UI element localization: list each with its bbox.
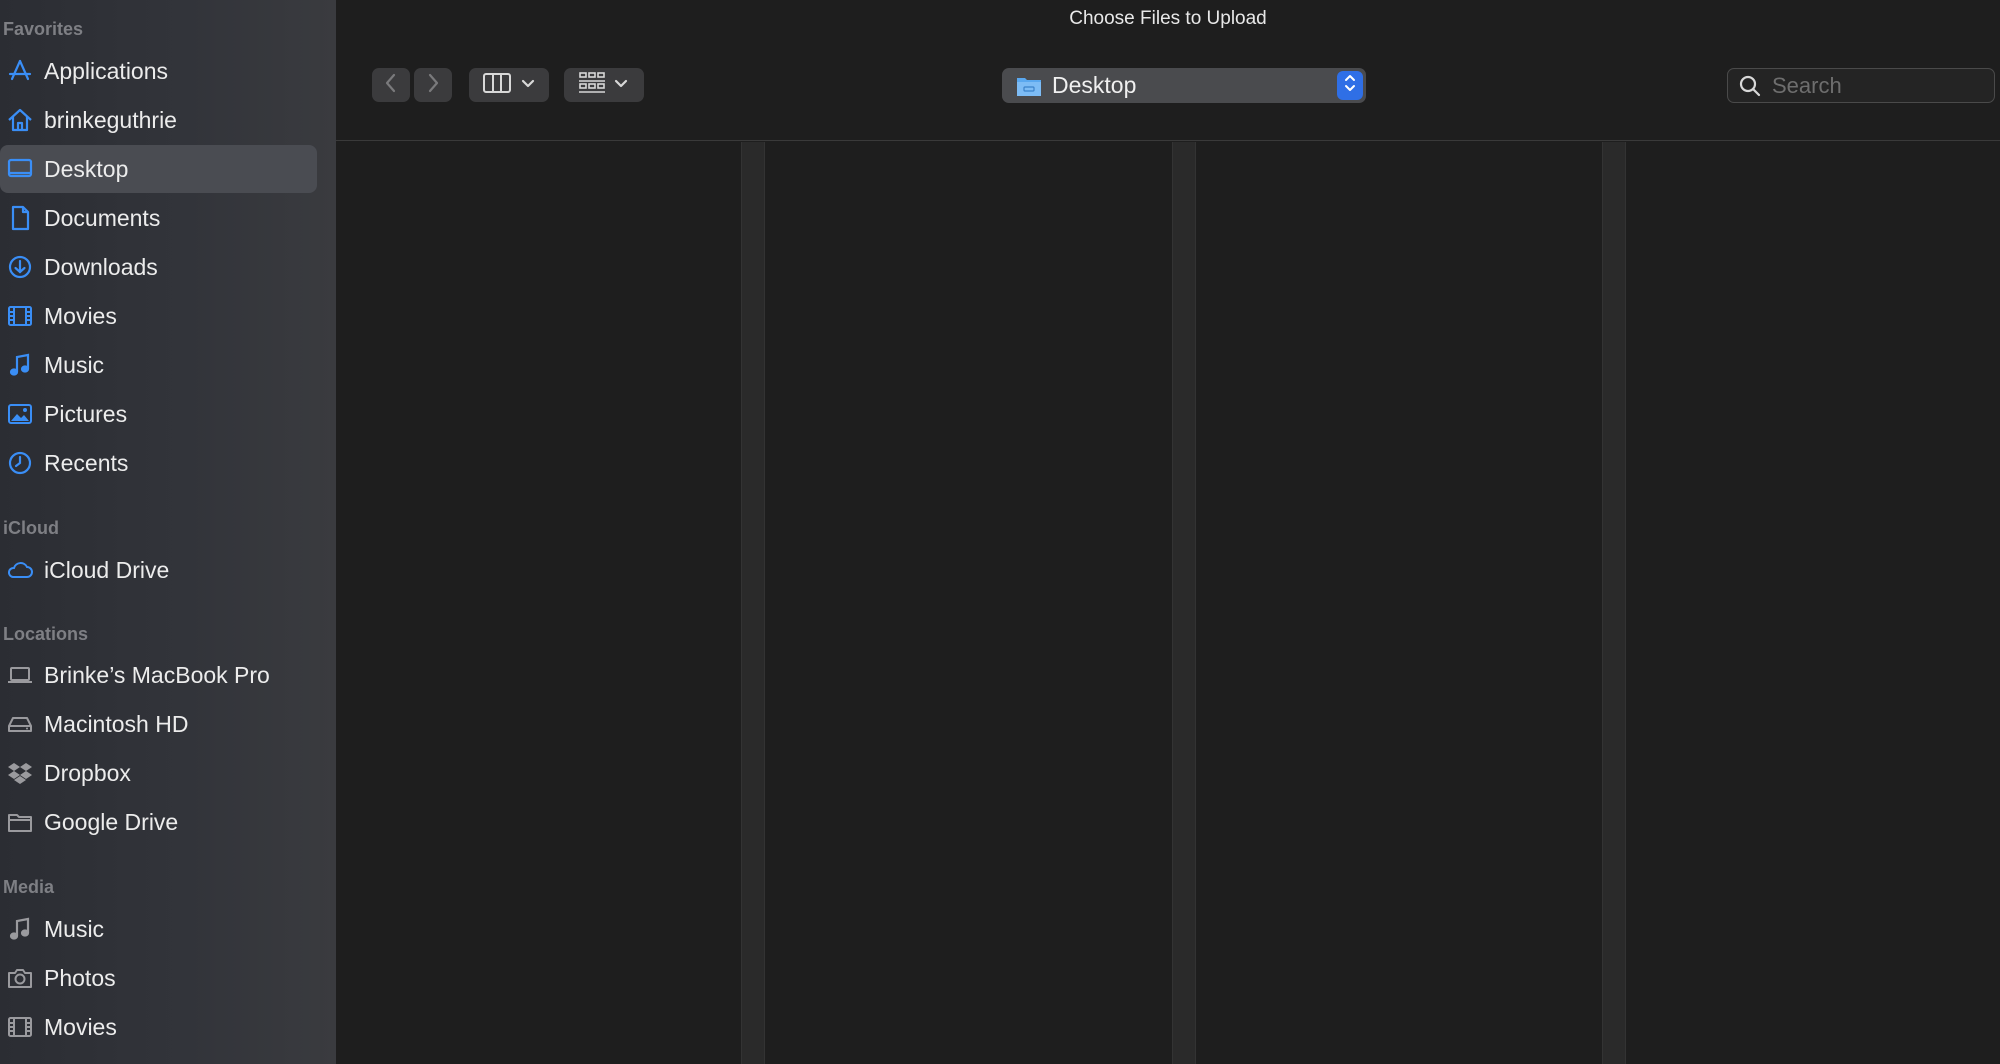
downloads-icon — [5, 252, 35, 282]
film-icon — [5, 301, 35, 331]
sidebar-item-downloads[interactable]: Downloads — [0, 243, 317, 291]
window-title: Choose Files to Upload — [1069, 8, 1267, 29]
sidebar-item-icloud-drive[interactable]: iCloud Drive — [0, 546, 317, 594]
music-note-icon — [5, 914, 35, 944]
columns-view-icon — [483, 72, 511, 99]
folder-icon — [5, 807, 35, 837]
section-title-icloud: iCloud — [3, 518, 59, 538]
camera-icon — [5, 963, 35, 993]
section-title-favorites: Favorites — [3, 19, 84, 39]
sidebar-item-google-drive[interactable]: Google Drive — [0, 798, 317, 846]
photo-icon — [5, 399, 35, 429]
sidebar: Favorites Applications brinkeguthrie Des… — [0, 0, 336, 1064]
sidebar-item-label: Movies — [44, 302, 117, 329]
chevron-right-icon — [425, 72, 441, 99]
sidebar-item-documents[interactable]: Documents — [0, 194, 317, 242]
sidebar-item-label: Brinke’s MacBook Pro — [44, 661, 270, 688]
folder-icon — [1016, 75, 1042, 97]
sidebar-item-media-movies[interactable]: Movies — [0, 1003, 317, 1051]
laptop-icon — [5, 660, 35, 690]
location-popup-label: Desktop — [1052, 72, 1137, 98]
search-input[interactable] — [1770, 71, 1974, 100]
sidebar-item-recents[interactable]: Recents — [0, 439, 317, 487]
sidebar-item-movies[interactable]: Movies — [0, 292, 317, 340]
sidebar-item-desktop[interactable]: Desktop — [0, 145, 317, 193]
view-mode-button[interactable] — [469, 68, 549, 102]
sidebar-item-label: Google Drive — [44, 808, 179, 835]
chevron-down-icon — [521, 76, 535, 94]
forward-button[interactable] — [414, 68, 452, 102]
back-button[interactable] — [372, 68, 410, 102]
hard-drive-icon — [5, 709, 35, 739]
sidebar-item-label: iCloud Drive — [44, 556, 170, 583]
sidebar-item-music[interactable]: Music — [0, 341, 317, 389]
sidebar-item-label: Downloads — [44, 253, 158, 280]
column-divider[interactable] — [741, 142, 765, 1064]
clock-icon — [5, 448, 35, 478]
sidebar-item-label: Photos — [44, 964, 116, 991]
music-note-icon — [5, 350, 35, 380]
sidebar-item-label: Applications — [44, 57, 169, 84]
sidebar-item-label: Dropbox — [44, 759, 131, 786]
sidebar-item-label: Music — [44, 351, 105, 378]
section-title-media: Media — [3, 877, 55, 897]
chevron-down-icon — [614, 76, 628, 94]
popup-stepper[interactable] — [1337, 71, 1363, 100]
cloud-icon — [5, 555, 35, 585]
grid-group-icon — [578, 71, 606, 100]
sidebar-item-dropbox[interactable]: Dropbox — [0, 749, 317, 797]
sidebar-item-label: Recents — [44, 449, 129, 476]
location-popup[interactable]: Desktop — [1002, 68, 1366, 103]
sidebar-item-applications[interactable]: Applications — [0, 47, 317, 95]
sidebar-item-macbook-pro[interactable]: Brinke’s MacBook Pro — [0, 651, 317, 699]
sidebar-item-photos[interactable]: Photos — [0, 954, 317, 1002]
document-icon — [5, 203, 35, 233]
column-divider[interactable] — [1172, 142, 1196, 1064]
desktop-icon — [5, 154, 35, 184]
sidebar-item-label: Music — [44, 915, 105, 942]
up-down-chevron-icon — [1343, 72, 1357, 99]
sidebar-item-pictures[interactable]: Pictures — [0, 390, 317, 438]
chevron-left-icon — [383, 72, 399, 99]
dropbox-icon — [5, 758, 35, 788]
search-field[interactable] — [1727, 68, 1995, 103]
sidebar-item-label: Pictures — [44, 400, 128, 427]
film-icon — [5, 1012, 35, 1042]
sidebar-item-label: Macintosh HD — [44, 710, 189, 737]
sidebar-item-media-music[interactable]: Music — [0, 905, 317, 953]
group-by-button[interactable] — [564, 68, 644, 102]
sidebar-item-label: brinkeguthrie — [44, 106, 177, 133]
file-browser: Choose Files to Upload Desktop — [336, 0, 2000, 1064]
sidebar-item-label: Movies — [44, 1013, 117, 1040]
sidebar-item-macintosh-hd[interactable]: Macintosh HD — [0, 700, 317, 748]
sidebar-item-brinkeguthrie[interactable]: brinkeguthrie — [0, 96, 317, 144]
search-icon — [1738, 74, 1762, 98]
column-divider[interactable] — [1602, 142, 1626, 1064]
applications-icon — [5, 56, 35, 86]
toolbar-divider — [336, 140, 2000, 141]
section-title-locations: Locations — [3, 624, 89, 644]
sidebar-item-label: Desktop — [44, 155, 129, 182]
home-icon — [5, 105, 35, 135]
sidebar-item-label: Documents — [44, 204, 161, 231]
